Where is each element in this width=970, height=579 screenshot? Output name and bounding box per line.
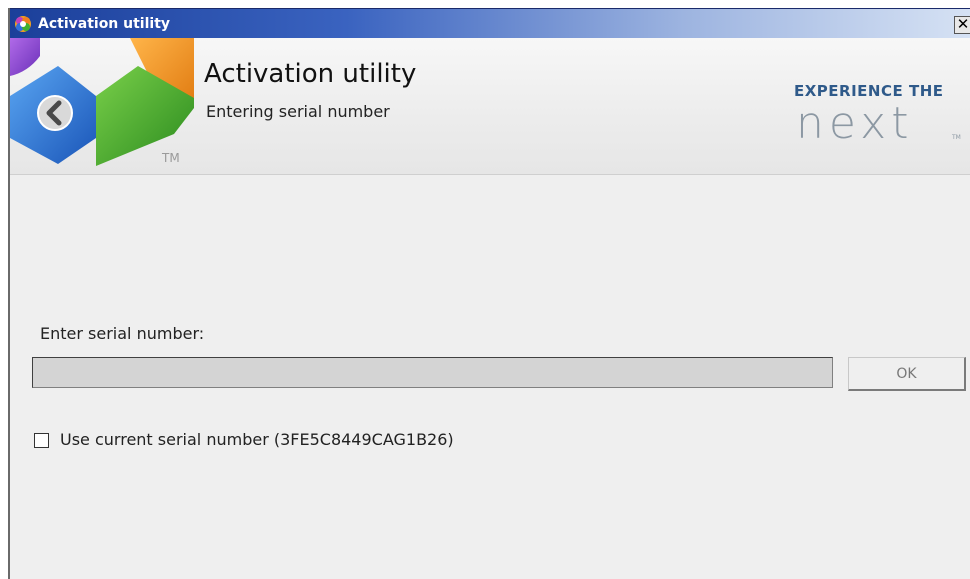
page-title: Activation utility — [204, 59, 417, 89]
header-banner: TM Activation utility Entering serial nu… — [10, 38, 970, 175]
serial-number-label: Enter serial number: — [40, 324, 205, 343]
tm-mark: TM — [161, 151, 180, 165]
close-button[interactable]: ✕ — [954, 16, 970, 34]
brand-tm: TM — [952, 134, 961, 141]
serial-number-input[interactable] — [32, 357, 833, 388]
activation-window: Activation utility ✕ TM Activation utili… — [8, 8, 970, 579]
ok-button[interactable]: OK — [848, 357, 966, 391]
close-icon: ✕ — [956, 15, 970, 33]
page-subtitle: Entering serial number — [206, 102, 390, 121]
title-bar[interactable]: Activation utility ✕ — [10, 8, 970, 38]
use-current-serial-label[interactable]: Use current serial number (3FE5C8449CAG1… — [60, 430, 454, 449]
window-title: Activation utility — [38, 16, 171, 32]
app-logo-icon — [15, 16, 31, 32]
product-logo: TM — [10, 38, 194, 166]
brand-name: next — [796, 98, 914, 149]
use-current-serial-checkbox[interactable] — [34, 433, 49, 448]
